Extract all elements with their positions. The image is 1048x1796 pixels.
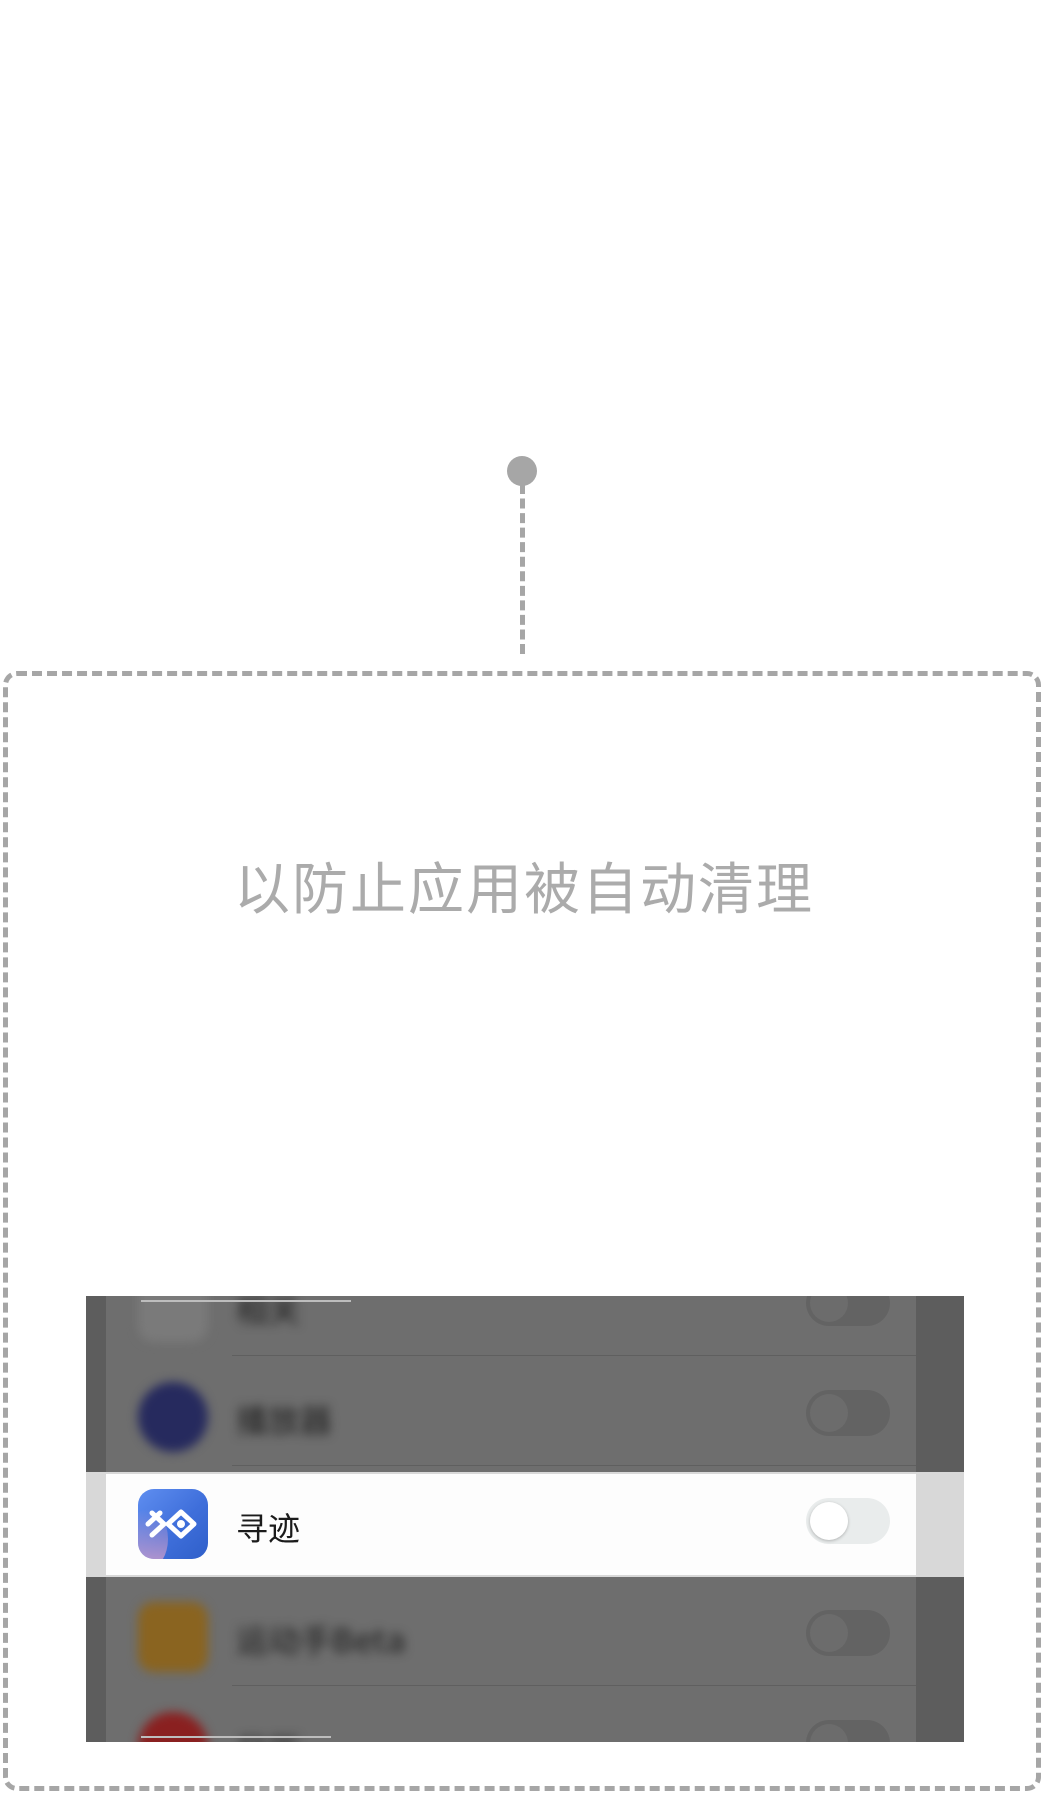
app-label: 日历 xyxy=(236,1726,300,1742)
blurred-app-icon xyxy=(138,1602,208,1672)
pointer-line xyxy=(520,484,525,654)
app-label: 播放器 xyxy=(236,1402,333,1440)
keep-alive-toggle[interactable] xyxy=(806,1610,890,1656)
pointer-dot xyxy=(507,456,537,486)
app-label: 寻迹 xyxy=(236,1510,301,1548)
list-item: 日历 xyxy=(106,1686,916,1742)
keep-alive-toggle[interactable] xyxy=(806,1498,890,1544)
blurred-app-icon xyxy=(138,1296,208,1342)
list-item: 运动手Beta xyxy=(106,1576,916,1686)
keep-alive-toggle[interactable] xyxy=(806,1390,890,1436)
list-item: 相关 xyxy=(106,1296,916,1356)
list-item-xunji: 寻迹 xyxy=(106,1474,916,1575)
keep-alive-toggle[interactable] xyxy=(806,1296,890,1326)
settings-screenshot: 相关 播放器 运动手Beta 日历 xyxy=(86,1296,964,1742)
play-app-icon xyxy=(138,1382,208,1452)
app-label: 运动手Beta xyxy=(236,1622,406,1660)
list-item: 播放器 xyxy=(106,1356,916,1466)
keep-alive-toggle[interactable] xyxy=(806,1720,890,1742)
xunji-app-icon[interactable] xyxy=(138,1489,208,1559)
hint-text: 以防止应用被自动清理 xyxy=(234,858,814,923)
